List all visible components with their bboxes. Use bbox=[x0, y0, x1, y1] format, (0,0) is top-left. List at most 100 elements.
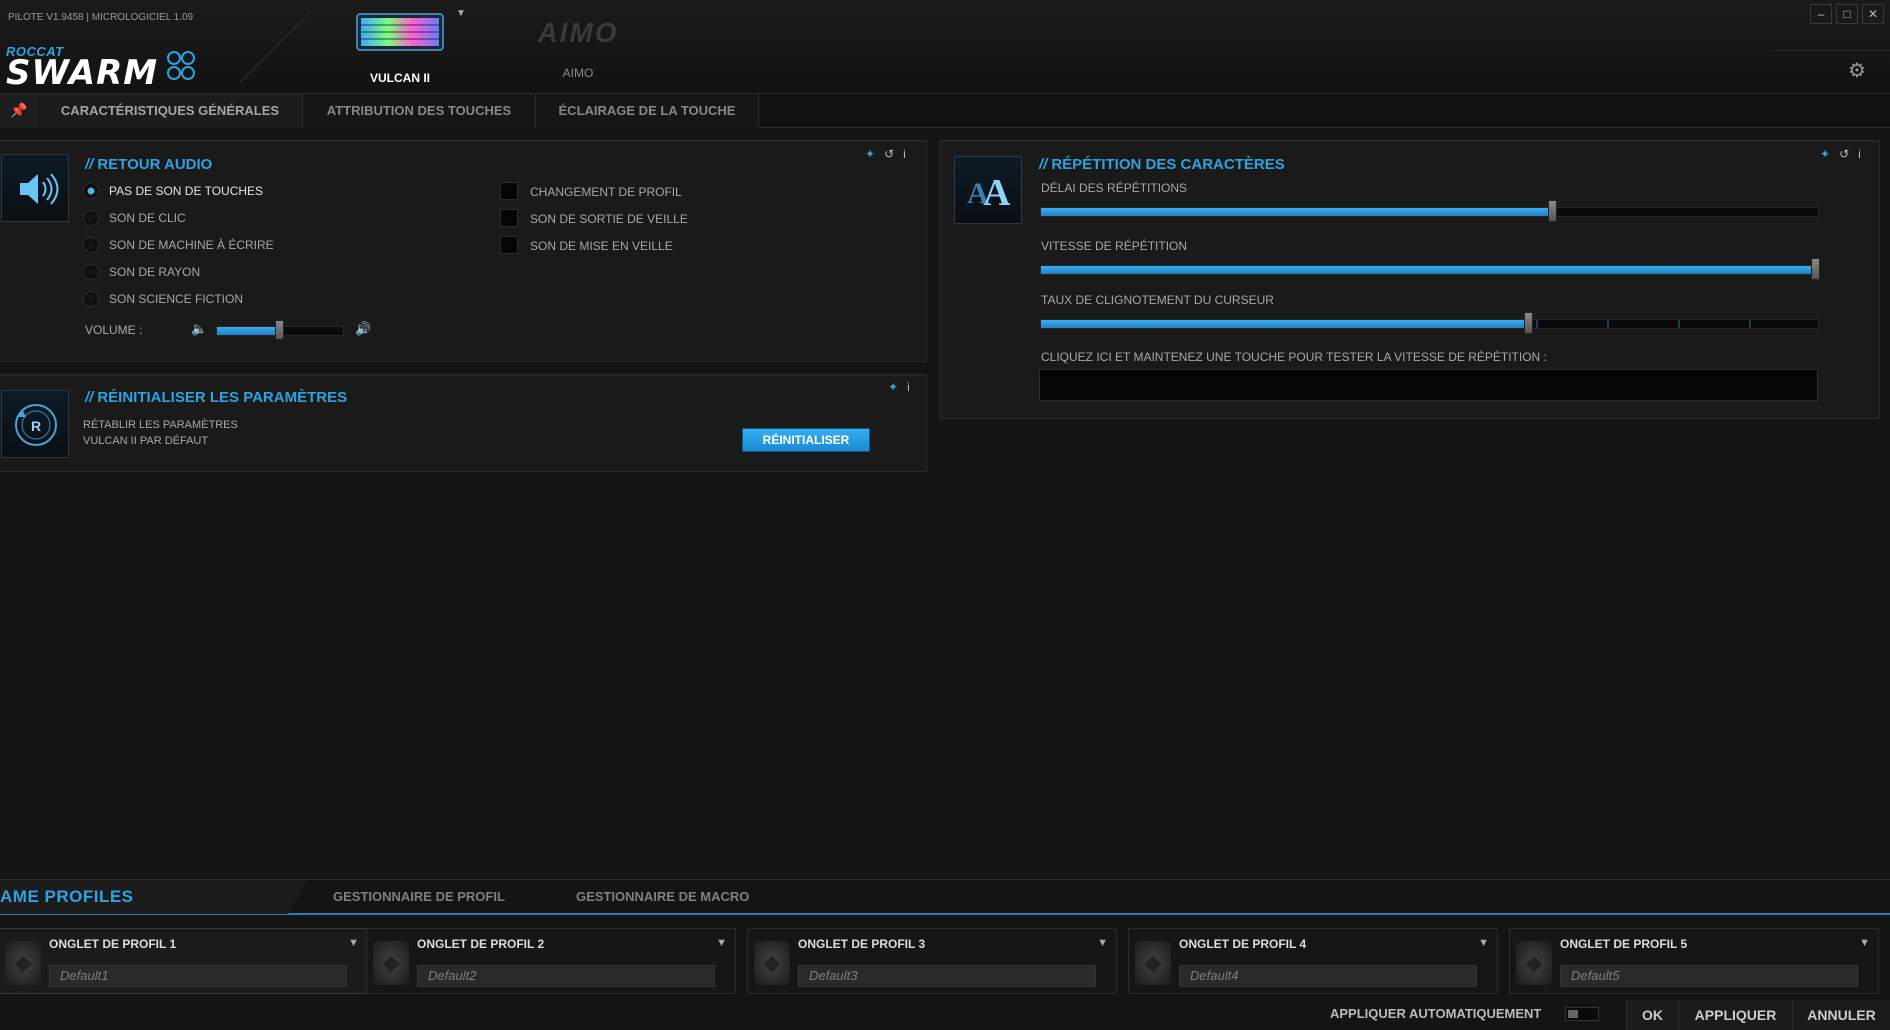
keyboard-icon bbox=[356, 13, 444, 51]
volume-slider-handle[interactable] bbox=[275, 320, 284, 340]
checkbox-label: SON DE SORTIE DE VEILLE bbox=[530, 212, 688, 226]
svg-text:R: R bbox=[31, 418, 41, 434]
hexagon-logo-icon bbox=[167, 51, 195, 80]
cancel-button[interactable]: ANNULER bbox=[1792, 1000, 1890, 1030]
profile-slot-3[interactable]: ◆ ONGLET DE PROFIL 3 ▼ Default3 bbox=[747, 928, 1117, 994]
roccat-profile-icon: ◆ bbox=[754, 941, 790, 985]
radio-click-sound[interactable] bbox=[83, 210, 99, 226]
radio-scifi-sound[interactable] bbox=[83, 291, 99, 307]
gear-icon[interactable]: ⚙ bbox=[1848, 58, 1866, 83]
repeat-speed-slider[interactable] bbox=[1040, 265, 1819, 275]
pin-icon[interactable]: ✦ bbox=[865, 147, 884, 161]
profile-slot-5[interactable]: ◆ ONGLET DE PROFIL 5 ▼ Default5 bbox=[1509, 928, 1879, 994]
device-name: VULCAN II bbox=[370, 71, 430, 85]
repeat-speed-fill bbox=[1041, 266, 1816, 274]
chevron-down-icon[interactable]: ▼ bbox=[716, 937, 727, 949]
panel-controls: ✦↺i bbox=[865, 147, 915, 161]
info-icon[interactable]: i bbox=[1858, 147, 1870, 161]
info-icon[interactable]: i bbox=[907, 380, 919, 394]
chevron-down-icon[interactable]: ▼ bbox=[1859, 937, 1870, 949]
cursor-blink-handle[interactable] bbox=[1524, 312, 1533, 334]
cursor-blink-slider[interactable] bbox=[1040, 319, 1819, 329]
tab-key-assignment[interactable]: ATTRIBUTION DES TOUCHES bbox=[303, 94, 536, 128]
repeat-delay-label: DÉLAI DES RÉPÉTITIONS bbox=[1041, 181, 1188, 195]
font-size-icon: A A bbox=[954, 156, 1022, 224]
profile-name-field[interactable]: Default3 bbox=[798, 965, 1096, 987]
apply-button[interactable]: APPLIQUER bbox=[1678, 1000, 1792, 1030]
chevron-down-icon[interactable]: ▼ bbox=[1097, 937, 1108, 949]
profile-name-field[interactable]: Default1 bbox=[49, 965, 347, 987]
info-icon[interactable]: i bbox=[903, 147, 915, 161]
tab-general[interactable]: CARACTÉRISTIQUES GÉNÉRALES bbox=[38, 94, 303, 128]
tab-profile-manager[interactable]: GESTIONNAIRE DE PROFIL bbox=[333, 880, 505, 914]
profile-tab-label: ONGLET DE PROFIL 2 bbox=[417, 937, 545, 951]
device-name: AIMO bbox=[562, 66, 594, 80]
reset-icon: R bbox=[1, 390, 69, 458]
panel-controls: ✦i bbox=[888, 380, 919, 394]
profile-name-field[interactable]: Default5 bbox=[1560, 965, 1858, 987]
repeat-delay-slider[interactable] bbox=[1040, 207, 1819, 217]
profile-slot-1[interactable]: ◆ ONGLET DE PROFIL 1 ▼ Default1 bbox=[0, 928, 368, 994]
app-name: SWARM bbox=[6, 53, 159, 93]
radio-label: SON DE RAYON bbox=[109, 265, 201, 279]
roccat-profile-icon: ◆ bbox=[1135, 941, 1171, 985]
profile-bar: AME PROFILES GESTIONNAIRE DE PROFIL GEST… bbox=[0, 879, 1890, 915]
panel-title: //RÉPÉTITION DES CARACTÈRES bbox=[1039, 156, 1285, 173]
checkbox-label: CHANGEMENT DE PROFIL bbox=[530, 185, 682, 199]
device-vulcan[interactable]: VULCAN II bbox=[345, 8, 455, 85]
roccat-profile-icon: ◆ bbox=[373, 941, 409, 985]
profile-tab-label: ONGLET DE PROFIL 4 bbox=[1179, 937, 1307, 951]
volume-fill bbox=[217, 327, 280, 335]
pin-icon[interactable]: ✦ bbox=[1820, 147, 1839, 161]
device-aimo[interactable]: AIMO AIMO bbox=[523, 8, 633, 80]
header-decoration-right bbox=[1770, 50, 1890, 94]
volume-low-icon: 🔈 bbox=[191, 321, 208, 336]
repeat-speed-handle[interactable] bbox=[1811, 258, 1820, 280]
radio-no-sound[interactable] bbox=[83, 183, 99, 199]
reset-description-device: VULCAN II PAR DÉFAUT bbox=[83, 435, 209, 447]
ok-button[interactable]: OK bbox=[1626, 1000, 1678, 1030]
auto-apply-toggle[interactable] bbox=[1565, 1007, 1599, 1021]
tab-key-lighting[interactable]: ÉCLAIRAGE DE LA TOUCHE bbox=[536, 94, 759, 128]
profile-tab-label: ONGLET DE PROFIL 1 bbox=[49, 937, 177, 951]
profile-name-field[interactable]: Default4 bbox=[1179, 965, 1477, 987]
aimo-logo: AIMO bbox=[537, 17, 619, 48]
reset-description: RÉTABLIR LES PARAMÈTRES bbox=[83, 419, 238, 431]
undo-icon[interactable]: ↺ bbox=[1839, 147, 1858, 161]
device-dropdown-icon[interactable]: ▼ bbox=[456, 8, 466, 19]
close-button[interactable]: ✕ bbox=[1862, 4, 1884, 24]
profile-slot-2[interactable]: ◆ ONGLET DE PROFIL 2 ▼ Default2 bbox=[366, 928, 736, 994]
speaker-icon bbox=[1, 154, 69, 222]
checkbox-label: SON DE MISE EN VEILLE bbox=[530, 239, 673, 253]
radio-typewriter-sound[interactable] bbox=[83, 237, 99, 253]
pin-icon[interactable]: ✦ bbox=[888, 380, 907, 394]
main-tabs: 📌 CARACTÉRISTIQUES GÉNÉRALES ATTRIBUTION… bbox=[0, 94, 1890, 128]
chevron-down-icon[interactable]: ▼ bbox=[1478, 937, 1489, 949]
tab-game-profiles[interactable]: AME PROFILES bbox=[0, 880, 285, 914]
app-logo: ROCCAT SWARM bbox=[6, 44, 195, 93]
repeat-delay-fill bbox=[1041, 208, 1553, 216]
profile-slot-4[interactable]: ◆ ONGLET DE PROFIL 4 ▼ Default4 bbox=[1128, 928, 1498, 994]
checkbox-wake-sound[interactable] bbox=[500, 209, 518, 227]
reset-button[interactable]: RÉINITIALISER bbox=[742, 428, 870, 452]
radio-ray-sound[interactable] bbox=[83, 264, 99, 280]
maximize-button[interactable]: □ bbox=[1836, 4, 1858, 24]
checkbox-sleep-sound[interactable] bbox=[500, 236, 518, 254]
chevron-down-icon[interactable]: ▼ bbox=[348, 937, 359, 949]
panel-controls: ✦↺i bbox=[1820, 147, 1870, 161]
repeat-delay-handle[interactable] bbox=[1548, 200, 1557, 222]
repeat-test-field[interactable] bbox=[1039, 369, 1818, 401]
radio-label: SON DE CLIC bbox=[109, 211, 186, 225]
header-bar: PILOTE V1.9458 | MICROLOGICIEL 1.09 ROCC… bbox=[0, 0, 1890, 94]
profile-name-field[interactable]: Default2 bbox=[417, 965, 715, 987]
minimize-button[interactable]: – bbox=[1810, 4, 1832, 24]
pin-icon[interactable]: 📌 bbox=[0, 94, 38, 128]
svg-text:A: A bbox=[983, 172, 1011, 214]
undo-icon[interactable]: ↺ bbox=[884, 147, 903, 161]
roccat-profile-icon: ◆ bbox=[5, 941, 41, 985]
tab-macro-manager[interactable]: GESTIONNAIRE DE MACRO bbox=[576, 880, 749, 914]
auto-apply-label: APPLIQUER AUTOMATIQUEMENT bbox=[1330, 1006, 1542, 1021]
checkbox-profile-change[interactable] bbox=[500, 182, 518, 200]
panel-title: //RÉINITIALISER LES PARAMÈTRES bbox=[85, 389, 348, 406]
repeat-speed-label: VITESSE DE RÉPÉTITION bbox=[1041, 239, 1188, 253]
